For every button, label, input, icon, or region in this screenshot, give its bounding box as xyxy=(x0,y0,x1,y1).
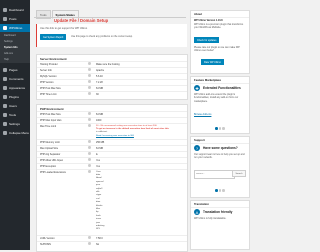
submenu-settings[interactable]: Settings xyxy=(4,39,30,44)
comment-icon xyxy=(3,77,7,81)
menu-appearance[interactable]: Appearance xyxy=(0,84,30,92)
help-icon[interactable] xyxy=(88,62,91,66)
page-icon xyxy=(3,68,7,72)
page-tabs: Tools System Status xyxy=(36,10,79,19)
table-row: SUHOSIN No xyxy=(40,242,100,246)
collapse-icon xyxy=(3,131,7,135)
feature-widget: Feature Marketplace ✚ Extended Functiona… xyxy=(190,76,250,134)
tab-tools[interactable]: Tools xyxy=(36,10,51,19)
server-environment-panel: Server Environment Hosting Provider Make … xyxy=(36,54,188,100)
menu-comments[interactable]: Comments xyxy=(0,75,30,83)
translation-text: WP Ultimo is fully translatable. xyxy=(194,217,227,220)
help-icon[interactable] xyxy=(88,86,91,90)
puzzle-icon: ✚ xyxy=(194,85,200,91)
carousel-dot-1[interactable] xyxy=(215,127,218,130)
help-icon[interactable] xyxy=(88,80,91,84)
support-search-input[interactable] xyxy=(194,170,235,179)
translate-icon: A xyxy=(194,209,200,215)
support-subtitle: Have some questions? xyxy=(203,146,238,150)
notice-text: Use this link to get support for WP Ulti… xyxy=(40,27,88,30)
brush-icon xyxy=(3,86,7,90)
carousel-dots xyxy=(215,127,225,130)
pin-icon xyxy=(3,17,7,21)
menu-collapse[interactable]: Collapse Menu xyxy=(0,129,30,137)
translation-title: Translation xyxy=(191,201,249,208)
translation-subtitle: Translation friendly xyxy=(203,210,233,214)
question-icon: ? xyxy=(194,145,200,151)
carousel-dot-1[interactable] xyxy=(215,189,218,192)
notice-title: Update File / Domain Setup xyxy=(54,18,109,23)
menu-plugins[interactable]: Plugins xyxy=(0,93,30,101)
help-icon[interactable] xyxy=(88,112,91,116)
menu-users[interactable]: Users xyxy=(0,102,30,110)
version-number: 1.10.8 xyxy=(215,19,223,22)
help-icon[interactable] xyxy=(88,92,91,96)
table-row: Max Time Limit 30 - We recommend setting… xyxy=(37,123,187,140)
feature-title: Feature Marketplace xyxy=(191,77,249,84)
support-text: Our support team is here to help you set… xyxy=(194,153,245,160)
wpultimo-submenu: Dashboard Settings System Info Add-ons H… xyxy=(0,32,30,63)
feature-subtitle: Extended Functionalities xyxy=(203,86,241,90)
notice-help-text: Use this page to check any problems on t… xyxy=(71,35,133,38)
check-updates-button[interactable]: Check for updates xyxy=(194,37,220,43)
support-search-button[interactable]: Search xyxy=(232,170,246,177)
execution-time-link[interactable]: Read: Increasing max execution to 300 xyxy=(96,135,184,138)
carousel-dot-2[interactable] xyxy=(218,127,221,130)
about-text: WP Ultimo is a premium plugin that trans… xyxy=(194,23,244,30)
help-icon[interactable] xyxy=(88,68,91,72)
submenu-addons[interactable]: Add-ons xyxy=(4,51,30,56)
help-icon[interactable] xyxy=(88,146,91,150)
execution-time-warning: 30 - We recommend setting max execution … xyxy=(96,125,184,139)
menu-dashboard[interactable]: Dashboard xyxy=(0,6,30,14)
submenu-system-info[interactable]: System Info xyxy=(4,45,30,50)
help-icon[interactable] xyxy=(88,152,91,156)
help-icon[interactable] xyxy=(88,164,91,168)
about-title: About xyxy=(191,11,249,18)
rate-button[interactable]: Rate WP Ultimo xyxy=(201,59,224,65)
help-icon[interactable] xyxy=(88,236,91,240)
help-icon[interactable] xyxy=(88,124,91,128)
support-widget: Support ? Have some questions? Our suppo… xyxy=(190,136,250,198)
menu-wpultimo[interactable]: WPUltimo xyxy=(0,24,30,32)
rating-text: Please rate our plugin so we can make WP… xyxy=(194,46,240,53)
help-icon[interactable] xyxy=(88,158,91,162)
table-row: PHP Loaded Extensions Core date libxml o… xyxy=(37,169,187,236)
plugin-icon xyxy=(3,95,7,99)
get-system-report-button[interactable]: Get System Report xyxy=(40,34,67,40)
menu-pages[interactable]: Pages xyxy=(0,66,30,74)
browse-addons-link[interactable]: Browse Add-ons xyxy=(194,113,246,116)
help-icon[interactable] xyxy=(88,118,91,122)
submenu-help[interactable]: Help xyxy=(4,57,30,62)
carousel-dot-2[interactable] xyxy=(218,189,221,192)
about-widget: About WP Ultimo Version 1.10.8 WP Ultimo… xyxy=(190,10,250,74)
carousel-dots xyxy=(215,189,225,192)
translation-widget: Translation A Translation friendly WP Ul… xyxy=(190,200,250,250)
menu-tools[interactable]: Tools xyxy=(0,111,30,119)
version-label: WP Ultimo Version 1.10.8 xyxy=(194,19,223,22)
table-row: PHP Time Limit 30 xyxy=(40,92,99,96)
notice-box: Use this link to get support for WP Ulti… xyxy=(36,24,187,47)
support-title: Support xyxy=(191,137,249,144)
help-icon[interactable] xyxy=(88,140,91,144)
menu-posts[interactable]: Posts xyxy=(0,15,30,23)
submenu-dashboard[interactable]: Dashboard xyxy=(4,33,30,38)
help-icon[interactable] xyxy=(88,74,91,78)
carousel-dot-3[interactable] xyxy=(222,127,225,130)
menu-settings[interactable]: Settings xyxy=(0,120,30,128)
feature-text: WP Ultimo add-ons extend the plugin's fu… xyxy=(194,93,239,103)
server-environment-title: Server Environment xyxy=(40,56,67,61)
wrench-icon xyxy=(3,113,7,117)
dashboard-icon xyxy=(3,8,7,12)
user-icon xyxy=(3,104,7,108)
admin-sidebar: Dashboard Posts WPUltimo Dashboard Setti… xyxy=(0,0,30,250)
php-environment-title: PHP Environment xyxy=(40,106,64,111)
carousel-dot-3[interactable] xyxy=(222,189,225,192)
ultimo-icon xyxy=(3,26,7,30)
php-environment-panel: PHP Environment PHP Post Max Size 64 MB P… xyxy=(36,104,188,252)
help-icon[interactable] xyxy=(88,170,91,174)
extensions-list: Core date libxml openssl pcre sqlite3 zl… xyxy=(96,170,105,231)
help-icon[interactable] xyxy=(88,242,91,246)
settings-icon xyxy=(3,122,7,126)
